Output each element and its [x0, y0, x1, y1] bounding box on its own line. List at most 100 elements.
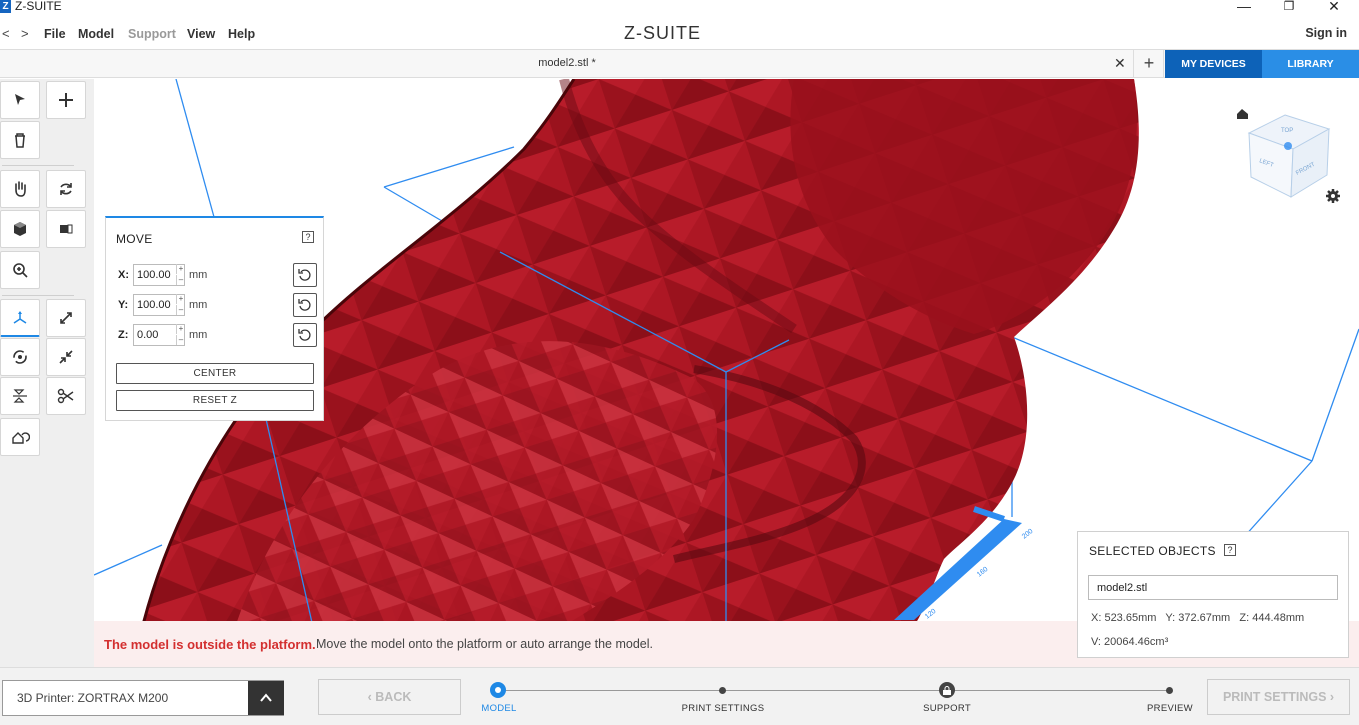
y-decrement-icon[interactable]: – [176, 305, 185, 315]
warning-message: Move the model onto the platform or auto… [316, 637, 653, 651]
selected-object-name[interactable] [1088, 575, 1338, 600]
printer-selector[interactable]: 3D Printer: ZORTRAX M200 [2, 680, 284, 716]
reset-x-button[interactable] [293, 263, 317, 287]
auto-arrange-tool[interactable] [0, 418, 40, 456]
app-logo-icon: Z [0, 0, 11, 13]
tab-bar: model2.stl * ✕ + MY DEVICES LIBRARY [0, 50, 1359, 78]
reset-z-button[interactable]: RESET Z [116, 390, 314, 411]
back-button[interactable]: ‹ BACK [318, 679, 461, 715]
rotate-view-tool[interactable] [46, 170, 86, 208]
scissors-icon [57, 388, 74, 404]
step-preview-dot[interactable] [1166, 687, 1173, 694]
step-model-label[interactable]: MODEL [481, 703, 516, 714]
menu-bar: < > File Model Support View Help Z-SUITE… [0, 18, 1359, 50]
platform-tick-160: 160 [976, 566, 990, 579]
left-toolbar [0, 79, 94, 667]
new-tab-button[interactable]: + [1135, 50, 1164, 78]
print-settings-label: PRINT SETTINGS [1222, 690, 1327, 704]
printer-toggle-button[interactable] [248, 681, 284, 715]
move-panel-title: MOVE [116, 232, 153, 246]
select-tool[interactable] [0, 81, 40, 119]
y-unit: mm [189, 299, 208, 311]
help-icon[interactable]: ? [302, 231, 314, 243]
back-arrow-icon[interactable]: < [2, 26, 10, 41]
step-print-settings-dot[interactable] [719, 687, 726, 694]
reset-z-icon-button[interactable] [293, 323, 317, 347]
menu-model[interactable]: Model [78, 27, 114, 41]
rotate-tool[interactable] [0, 338, 40, 376]
step-support-label[interactable]: SUPPORT [923, 703, 971, 714]
menu-file[interactable]: File [44, 27, 66, 41]
selected-objects-title: SELECTED OBJECTS [1089, 544, 1216, 558]
expand-icon [60, 312, 72, 324]
y-increment-icon[interactable]: + [176, 294, 185, 304]
hand-icon [15, 181, 26, 197]
minimize-button[interactable]: — [1229, 0, 1259, 14]
app-title: Z-SUITE [15, 0, 62, 13]
trash-icon [15, 133, 25, 148]
center-button[interactable]: CENTER [116, 363, 314, 384]
close-window-button[interactable]: ✕ [1319, 0, 1349, 14]
library-button[interactable]: LIBRARY [1262, 50, 1359, 78]
cut-tool[interactable] [46, 377, 86, 415]
close-tab-icon[interactable]: ✕ [1114, 55, 1126, 72]
home-icon[interactable] [1237, 109, 1248, 119]
z-decrement-icon[interactable]: – [176, 335, 185, 345]
plus-icon [59, 93, 73, 107]
compress-icon [59, 350, 73, 364]
file-tab[interactable]: model2.stl * ✕ [0, 50, 1134, 78]
move-panel: MOVE ? X: + – mm Y: + – mm Z: + – mm CEN… [105, 216, 324, 421]
shrink-tool[interactable] [46, 338, 86, 376]
rotate-icon [13, 350, 27, 364]
menu-help[interactable]: Help [228, 27, 255, 41]
zoom-icon [13, 263, 28, 278]
menu-view[interactable]: View [187, 27, 215, 41]
add-model-tool[interactable] [46, 81, 86, 119]
step-model-dot[interactable] [490, 682, 506, 698]
cursor-icon [15, 94, 25, 105]
delete-tool[interactable] [0, 121, 40, 159]
printer-label: 3D Printer: ZORTRAX M200 [17, 691, 169, 705]
step-preview-label[interactable]: PREVIEW [1147, 703, 1193, 714]
settings-gear-icon[interactable] [1326, 189, 1340, 203]
forward-arrow-icon[interactable]: > [21, 26, 29, 41]
move-axes-icon [13, 310, 27, 324]
zoom-tool[interactable] [0, 251, 40, 289]
maximize-button[interactable]: ❐ [1274, 0, 1304, 14]
x-increment-icon[interactable]: + [176, 264, 185, 274]
x-unit: mm [189, 269, 208, 281]
side-view-icon [60, 224, 73, 234]
move-z-row: Z: + – mm [118, 323, 318, 347]
scale-tool[interactable] [46, 299, 86, 337]
back-label: BACK [375, 690, 412, 704]
reset-y-button[interactable] [293, 293, 317, 317]
reset-icon [298, 269, 311, 281]
move-x-row: X: + – mm [118, 263, 318, 287]
z-increment-icon[interactable]: + [176, 324, 185, 334]
x-decrement-icon[interactable]: – [176, 275, 185, 285]
mirror-tool[interactable] [0, 377, 40, 415]
move-tool[interactable] [0, 299, 40, 337]
step-support-lock-icon[interactable] [939, 682, 955, 698]
reset-icon [298, 329, 311, 341]
help-icon[interactable]: ? [1224, 544, 1236, 556]
view-side-tool[interactable] [46, 210, 86, 248]
print-settings-button[interactable]: PRINT SETTINGS › [1207, 679, 1350, 715]
arrange-icon [12, 432, 30, 444]
selected-object-dimensions: X: 523.65mm Y: 372.67mm Z: 444.48mm [1091, 612, 1305, 624]
menu-support[interactable]: Support [128, 27, 176, 41]
my-devices-button[interactable]: MY DEVICES [1165, 50, 1262, 78]
mirror-icon [13, 389, 27, 403]
y-label: Y: [118, 299, 129, 311]
chevron-right-icon: › [1326, 690, 1335, 704]
chevron-up-icon [260, 693, 272, 702]
platform-tick-200: 200 [1021, 528, 1035, 541]
view-cube[interactable]: TOP LEFT FRONT [1237, 105, 1342, 210]
selected-objects-panel: SELECTED OBJECTS ? X: 523.65mm Y: 372.67… [1077, 531, 1349, 658]
pan-tool[interactable] [0, 170, 40, 208]
steps-line [498, 690, 1170, 691]
cube-top-label: TOP [1281, 128, 1293, 134]
view-cube-tool[interactable] [0, 210, 40, 248]
step-print-settings-label[interactable]: PRINT SETTINGS [682, 703, 765, 714]
sign-in-link[interactable]: Sign in [1305, 26, 1347, 40]
